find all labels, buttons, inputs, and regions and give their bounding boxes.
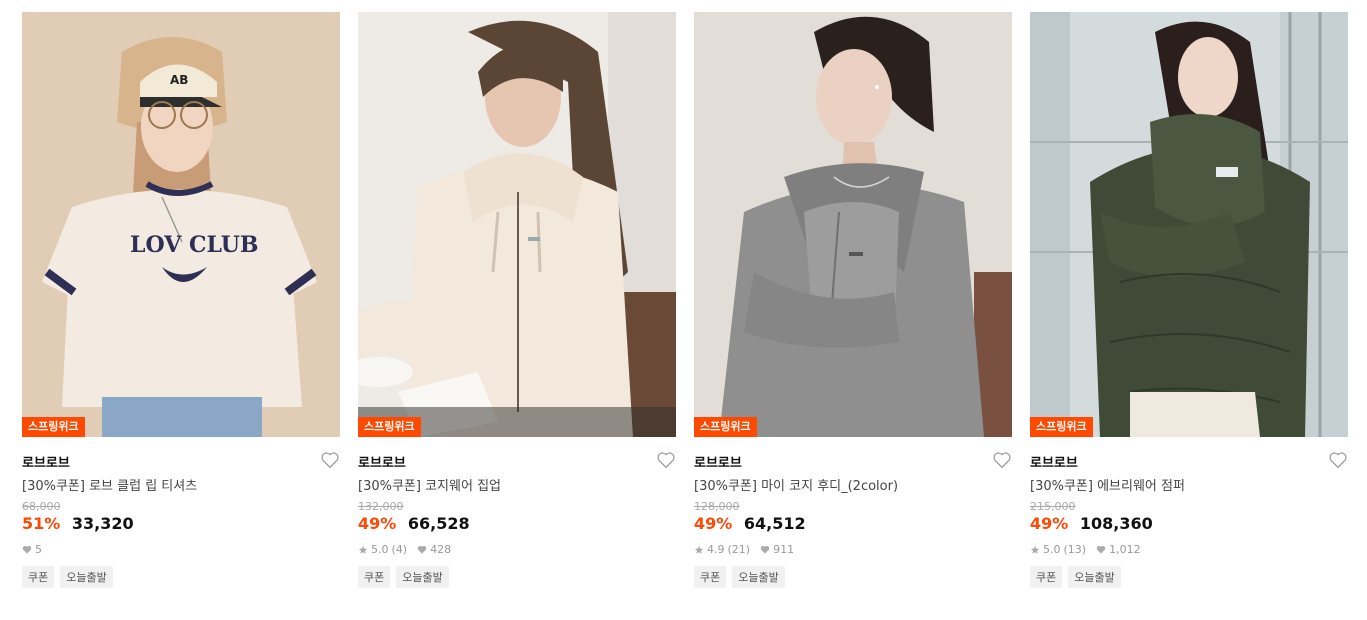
rating-value: 5.0: [1043, 543, 1061, 556]
brand-name[interactable]: 로브로브: [694, 456, 742, 471]
sale-price: 108,360: [1079, 514, 1153, 533]
brand-name[interactable]: 로브로브: [358, 456, 406, 471]
discount-rate: 49%: [694, 514, 733, 533]
review-count: (4): [391, 543, 408, 556]
like-count: 911: [773, 543, 795, 556]
sale-price: 64,512: [743, 514, 806, 533]
promo-badge: 스프링위크: [22, 417, 85, 437]
heart-icon[interactable]: [656, 451, 676, 469]
tag-today-shipping: 오늘출발: [732, 566, 785, 588]
discount-rate: 51%: [22, 514, 61, 533]
rating-value: 5.0: [371, 543, 389, 556]
heart-icon[interactable]: [992, 451, 1012, 469]
product-meta: 5: [22, 543, 340, 556]
tag-list: 쿠폰 오늘출발: [1030, 566, 1348, 588]
original-price: 215,000: [1030, 500, 1076, 513]
product-card[interactable]: 스프링위크 로브로브 [30%쿠폰] 마이 코지 후디_(2color) 128…: [694, 12, 1012, 588]
original-price: 132,000: [358, 500, 404, 513]
tag-list: 쿠폰 오늘출발: [694, 566, 1012, 588]
heart-icon: [22, 545, 32, 554]
like-count: 428: [430, 543, 452, 556]
star-icon: [1030, 545, 1040, 554]
tag-today-shipping: 오늘출발: [60, 566, 113, 588]
original-price: 128,000: [694, 500, 740, 513]
price-row: 49% 66,528: [358, 514, 676, 533]
promo-badge: 스프링위크: [358, 417, 421, 437]
product-image[interactable]: 스프링위크: [694, 12, 1012, 437]
like-count: 1,012: [1109, 543, 1141, 556]
discount-rate: 49%: [1030, 514, 1069, 533]
tag-coupon: 쿠폰: [694, 566, 727, 588]
tag-list: 쿠폰 오늘출발: [358, 566, 676, 588]
product-title[interactable]: [30%쿠폰] 로브 클럽 립 티셔츠: [22, 475, 340, 494]
review-count: (13): [1063, 543, 1087, 556]
product-card[interactable]: 스프링위크 로브로브 [30%쿠폰] 코지웨어 집업 132,000 49% 6…: [358, 12, 676, 588]
price-row: 49% 108,360: [1030, 514, 1348, 533]
product-card[interactable]: AB LOV CLUB 스프링위크 로브로브 [30%쿠폰] 로브 클럽 립 티…: [22, 12, 340, 588]
price-row: 51% 33,320: [22, 514, 340, 533]
product-title[interactable]: [30%쿠폰] 에브리웨어 점퍼: [1030, 475, 1348, 494]
heart-icon[interactable]: [1328, 451, 1348, 469]
product-title[interactable]: [30%쿠폰] 코지웨어 집업: [358, 475, 676, 494]
tee-print: LOV CLUB: [130, 232, 259, 258]
heart-icon: [417, 545, 427, 554]
discount-rate: 49%: [358, 514, 397, 533]
rating-value: 4.9: [707, 543, 725, 556]
star-icon: [694, 545, 704, 554]
product-meta: 5.0 (13) 1,012: [1030, 543, 1348, 556]
product-image[interactable]: AB LOV CLUB 스프링위크: [22, 12, 340, 437]
like-count: 5: [35, 543, 42, 556]
tag-today-shipping: 오늘출발: [396, 566, 449, 588]
tag-coupon: 쿠폰: [22, 566, 55, 588]
price-row: 49% 64,512: [694, 514, 1012, 533]
promo-badge: 스프링위크: [1030, 417, 1093, 437]
original-price: 68,000: [22, 500, 61, 513]
star-icon: [358, 545, 368, 554]
brand-name[interactable]: 로브로브: [1030, 456, 1078, 471]
tag-coupon: 쿠폰: [1030, 566, 1063, 588]
product-title[interactable]: [30%쿠폰] 마이 코지 후디_(2color): [694, 475, 1012, 494]
brand-name[interactable]: 로브로브: [22, 456, 70, 471]
promo-badge: 스프링위크: [694, 417, 757, 437]
heart-icon[interactable]: [320, 451, 340, 469]
tag-list: 쿠폰 오늘출발: [22, 566, 340, 588]
sale-price: 33,320: [71, 514, 134, 533]
tag-coupon: 쿠폰: [358, 566, 391, 588]
product-meta: 4.9 (21) 911: [694, 543, 1012, 556]
product-image[interactable]: 스프링위크: [358, 12, 676, 437]
product-meta: 5.0 (4) 428: [358, 543, 676, 556]
sale-price: 66,528: [407, 514, 470, 533]
heart-icon: [1096, 545, 1106, 554]
review-count: (21): [727, 543, 751, 556]
product-card[interactable]: 스프링위크 로브로브 [30%쿠폰] 에브리웨어 점퍼 215,000 49% …: [1030, 12, 1348, 588]
cap-print: AB: [170, 73, 188, 87]
heart-icon: [760, 545, 770, 554]
product-image[interactable]: 스프링위크: [1030, 12, 1348, 437]
tag-today-shipping: 오늘출발: [1068, 566, 1121, 588]
